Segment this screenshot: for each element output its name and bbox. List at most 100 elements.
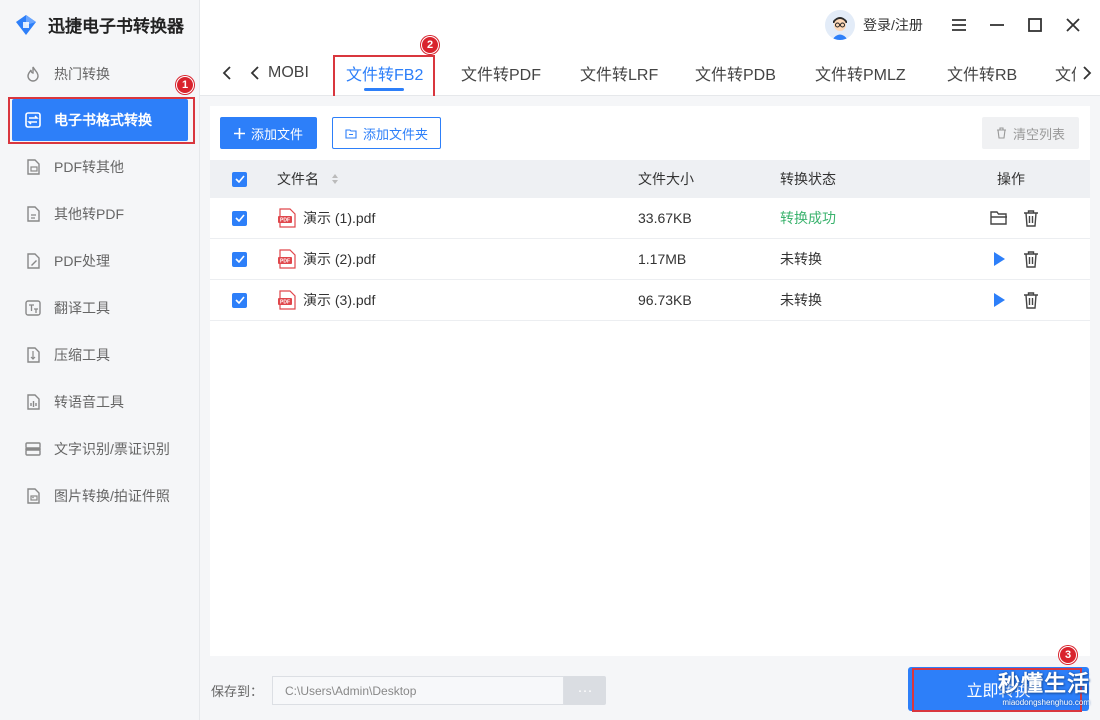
minimize-icon[interactable]: [986, 14, 1008, 36]
table-row[interactable]: PDF 演示 (1).pdf 33.67KB 转换成功: [210, 198, 1090, 239]
sidebar-item-ocr[interactable]: 文字识别/票证识别: [0, 425, 200, 472]
sidebar-nav: 热门转换 电子书格式转换 PDF转其他 其他转PDF PDF处理 翻译工具 压缩…: [0, 50, 200, 519]
sidebar-item-ebook-convert[interactable]: 电子书格式转换: [12, 99, 188, 141]
avatar: [825, 10, 855, 40]
file-size: 96.73KB: [638, 292, 692, 308]
sort-icon: [332, 174, 338, 184]
tab-pmlz[interactable]: 文件转PMLZ: [815, 50, 906, 96]
pdf-file-icon: PDF: [278, 290, 296, 310]
row-checkbox[interactable]: [232, 210, 247, 226]
login-link[interactable]: 登录/注册: [863, 15, 923, 35]
sidebar-item-label: 热门转换: [54, 65, 110, 82]
sidebar-item-voice[interactable]: 转语音工具: [0, 378, 200, 425]
voice-icon: [24, 393, 42, 411]
add-folder-label: 添加文件夹: [362, 126, 428, 142]
sidebar-item-pdf-to-other[interactable]: PDF转其他: [0, 143, 200, 190]
delete-icon[interactable]: [1022, 209, 1040, 227]
sidebar-item-hot[interactable]: 热门转换: [0, 50, 200, 97]
add-file-button[interactable]: 添加文件: [220, 117, 317, 149]
clear-list-button[interactable]: 清空列表: [982, 117, 1079, 149]
ebook-convert-icon: [24, 111, 42, 129]
row-checkbox[interactable]: [232, 251, 247, 267]
delete-icon[interactable]: [1022, 250, 1040, 268]
file-name: 演示 (2).pdf: [303, 251, 376, 267]
file-list-panel: 添加文件 添加文件夹 清空列表 文件名 文件大小 转换状态 操作 PDF 演示 …: [210, 106, 1090, 656]
close-icon[interactable]: [1062, 14, 1084, 36]
watermark: 秒懂生活 miaodongshenghuo.com: [990, 666, 1090, 707]
translate-icon: [24, 299, 42, 317]
delete-icon[interactable]: [1022, 291, 1040, 309]
ocr-icon: [24, 440, 42, 458]
pdf-file-icon: PDF: [278, 208, 296, 228]
select-all-checkbox[interactable]: [232, 171, 247, 187]
watermark-url: miaodongshenghuo.com: [1002, 698, 1090, 707]
svg-text:PDF: PDF: [280, 218, 290, 224]
maximize-icon[interactable]: [1024, 14, 1046, 36]
file-size: 33.67KB: [638, 210, 692, 226]
convert-status: 转换成功: [780, 210, 836, 226]
play-icon[interactable]: [990, 250, 1008, 268]
svg-text:PDF: PDF: [280, 300, 290, 306]
compress-icon: [24, 346, 42, 364]
sidebar-item-label: 转语音工具: [54, 393, 124, 410]
menu-icon[interactable]: [948, 14, 970, 36]
top-bar: 登录/注册: [200, 0, 1100, 50]
trash-icon: [996, 127, 1006, 139]
tab-pdb[interactable]: 文件转PDB: [695, 50, 776, 96]
column-header-status: 转换状态: [780, 171, 836, 187]
pdf-edit-icon: [24, 252, 42, 270]
sidebar-item-compress[interactable]: 压缩工具: [0, 331, 200, 378]
tab-mobi[interactable]: MOBI: [268, 50, 309, 96]
file-table: 文件名 文件大小 转换状态 操作 PDF 演示 (1).pdf 33.67KB …: [210, 160, 1090, 321]
sidebar-item-label: 压缩工具: [54, 346, 110, 363]
sidebar-item-label: 图片转换/拍证件照: [54, 487, 170, 504]
column-header-size: 文件大小: [638, 171, 694, 187]
table-header: 文件名 文件大小 转换状态 操作: [210, 160, 1090, 198]
browse-button[interactable]: ···: [564, 676, 606, 705]
plus-icon: [233, 127, 245, 139]
user-login[interactable]: 登录/注册: [825, 10, 923, 40]
image-icon: [24, 487, 42, 505]
column-header-name[interactable]: 文件名: [277, 169, 339, 189]
tab-scroll-left-icon[interactable]: [216, 60, 238, 86]
tab-scroll-right-icon[interactable]: [1076, 60, 1098, 86]
format-tabs: MOBI 文件转FB2 文件转PDF 文件转LRF 文件转PDB 文件转PMLZ…: [200, 50, 1100, 96]
active-tab-indicator: [364, 88, 404, 91]
sidebar-item-label: 其他转PDF: [54, 205, 124, 222]
watermark-text: 秒懂生活: [997, 671, 1090, 696]
svg-text:PDF: PDF: [280, 259, 290, 265]
annotation-badge-1: 1: [176, 76, 194, 94]
sidebar-item-translate[interactable]: 翻译工具: [0, 284, 200, 331]
pdf-file-icon: PDF: [278, 249, 296, 269]
column-header-ops: 操作: [997, 171, 1025, 187]
sidebar-item-pdf-edit[interactable]: PDF处理: [0, 237, 200, 284]
file-size: 1.17MB: [638, 251, 687, 267]
tab-rb[interactable]: 文件转RB: [947, 50, 1017, 96]
table-row[interactable]: PDF 演示 (3).pdf 96.73KB 未转换: [210, 280, 1090, 321]
sidebar-item-label: PDF处理: [54, 252, 110, 269]
app-logo-icon: [16, 14, 36, 35]
tab-pdf[interactable]: 文件转PDF: [461, 50, 541, 96]
sidebar-item-label: PDF转其他: [54, 158, 124, 175]
save-path-field[interactable]: C:\Users\Admin\Desktop: [272, 676, 564, 705]
sidebar-item-other-to-pdf[interactable]: 其他转PDF: [0, 190, 200, 237]
add-file-label: 添加文件: [250, 126, 303, 142]
table-row[interactable]: PDF 演示 (2).pdf 1.17MB 未转换: [210, 239, 1090, 280]
sidebar-item-label: 文字识别/票证识别: [54, 440, 170, 457]
hot-icon: [24, 65, 42, 83]
folder-icon: [345, 128, 357, 139]
tab-scroll-prev-icon[interactable]: [244, 60, 266, 86]
file-name: 演示 (1).pdf: [303, 210, 376, 226]
row-checkbox[interactable]: [232, 292, 247, 308]
tab-lrf[interactable]: 文件转LRF: [580, 50, 658, 96]
annotation-badge-2: 2: [421, 36, 439, 54]
sidebar-item-image[interactable]: 图片转换/拍证件照: [0, 472, 200, 519]
app-header: 迅捷电子书转换器: [14, 12, 184, 37]
column-header-name-label: 文件名: [277, 171, 319, 187]
open-folder-icon[interactable]: [990, 209, 1008, 227]
add-folder-button[interactable]: 添加文件夹: [332, 117, 441, 149]
play-icon[interactable]: [990, 291, 1008, 309]
convert-status: 未转换: [780, 292, 822, 308]
app-title: 迅捷电子书转换器: [48, 17, 184, 36]
other-to-pdf-icon: [24, 205, 42, 223]
